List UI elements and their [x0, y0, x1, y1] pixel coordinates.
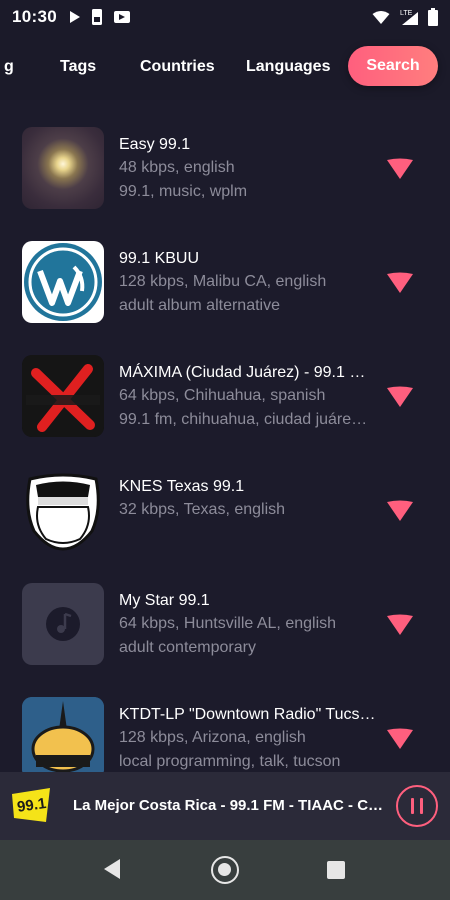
station-title: 99.1 KBUU: [119, 250, 200, 267]
texas-shield-logo: [22, 469, 104, 551]
station-list: Easy 99.1 48 kbps, english 99.1, music, …: [0, 100, 450, 772]
station-item[interactable]: Easy 99.1 48 kbps, english 99.1, music, …: [0, 100, 450, 214]
now-playing-title: La Mejor Costa Rica - 99.1 FM - TIAAC - …: [73, 797, 391, 814]
favorite-icon[interactable]: [386, 272, 414, 294]
station-tags: local programming, talk, tucson: [119, 753, 341, 770]
station-details: 128 kbps, Arizona, english: [119, 729, 306, 746]
station-item[interactable]: My Star 99.1 64 kbps, Huntsville AL, eng…: [0, 556, 450, 670]
pause-icon: [411, 798, 414, 814]
favorite-icon[interactable]: [386, 500, 414, 522]
pause-button[interactable]: [396, 785, 438, 827]
favorite-icon[interactable]: [386, 158, 414, 180]
category-tabs: g Tags Countries Languages Search: [0, 34, 450, 100]
media-icon: [113, 9, 131, 25]
favorite-icon[interactable]: [386, 614, 414, 636]
station-item[interactable]: KNES Texas 99.1 32 kbps, Texas, english: [0, 442, 450, 556]
favorite-icon[interactable]: [386, 386, 414, 408]
home-icon[interactable]: [211, 856, 239, 884]
station-title: MÁXIMA (Ciudad Juárez) - 99.1 …: [119, 364, 366, 381]
wifi-icon: [372, 10, 390, 25]
recent-apps-icon[interactable]: [327, 861, 345, 879]
station-item[interactable]: MÁXIMA (Ciudad Juárez) - 99.1 … 64 kbps,…: [0, 328, 450, 442]
tab-search[interactable]: Search: [348, 46, 438, 86]
now-playing-logo: 99.1: [12, 788, 50, 822]
tab-partial[interactable]: g: [4, 58, 14, 76]
station-item[interactable]: KTDT-LP "Downtown Radio" Tucs… 128 kbps,…: [0, 670, 450, 772]
station-title: My Star 99.1: [119, 592, 210, 609]
lte-label: LTE: [400, 10, 413, 17]
tab-languages[interactable]: Languages: [246, 58, 330, 76]
station-title: Easy 99.1: [119, 136, 191, 153]
sim-card-icon: [91, 8, 103, 26]
battery-icon: [428, 8, 438, 26]
mini-player[interactable]: 99.1 La Mejor Costa Rica - 99.1 FM - TIA…: [0, 772, 450, 840]
station-tags: 99.1, music, wplm: [119, 183, 248, 200]
lte-signal-icon: LTE: [398, 8, 420, 26]
station-tags: 99.1 fm, chihuahua, ciudad juáre…: [119, 411, 368, 428]
back-icon[interactable]: [102, 858, 122, 880]
maxima-logo: [22, 355, 104, 437]
station-details: 32 kbps, Texas, english: [119, 501, 286, 518]
station-details: 128 kbps, Malibu CA, english: [119, 273, 327, 290]
station-title: KNES Texas 99.1: [119, 478, 245, 495]
station-tags: adult contemporary: [119, 639, 256, 656]
station-item[interactable]: 99.1 KBUU 128 kbps, Malibu CA, english a…: [0, 214, 450, 328]
station-details: 64 kbps, Huntsville AL, english: [119, 615, 337, 632]
status-bar: 10:30 LTE: [0, 0, 450, 34]
tab-tags[interactable]: Tags: [60, 58, 96, 76]
tab-countries[interactable]: Countries: [140, 58, 215, 76]
downtown-radio-logo: [22, 697, 104, 772]
station-details: 48 kbps, english: [119, 159, 235, 176]
station-tags: adult album alternative: [119, 297, 280, 314]
favorite-icon[interactable]: [386, 728, 414, 750]
play-icon: [69, 10, 81, 24]
music-note-icon: [22, 583, 104, 665]
status-time: 10:30: [12, 7, 57, 26]
easy-logo: [22, 127, 104, 209]
station-title: KTDT-LP "Downtown Radio" Tucs…: [119, 706, 376, 723]
system-nav-bar: [0, 840, 450, 900]
wordpress-logo: [22, 241, 104, 323]
station-details: 64 kbps, Chihuahua, spanish: [119, 387, 326, 404]
